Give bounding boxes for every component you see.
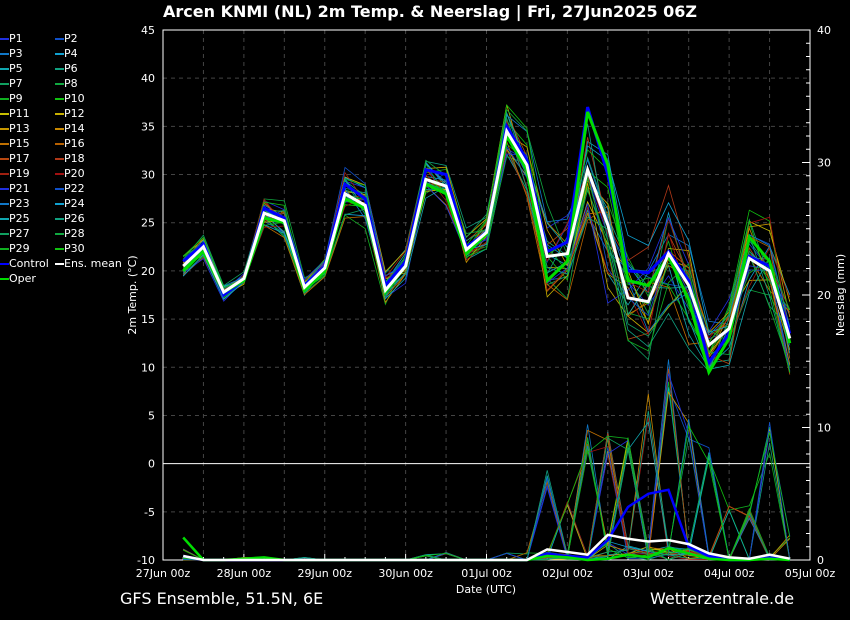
y-tick-label: 35 — [141, 120, 155, 133]
y2-tick-label: 20 — [817, 289, 831, 302]
chart-svg: 45 40 35 30 25 20 15 10 5 0 -5 -10 40 30 20 10 0 27Jun 00… — [126, 24, 847, 596]
y-tick-label: 40 — [141, 72, 155, 85]
y-tick-label: 15 — [141, 313, 155, 326]
y2-tick-label: 30 — [817, 157, 831, 170]
y2-tick-label: 40 — [817, 24, 831, 37]
x-tick-label: 01Jul 00z — [461, 567, 512, 580]
x-tick-label: 28Jun 00z — [217, 567, 272, 580]
y-tick-label: 10 — [141, 361, 155, 374]
y-tick-label: 5 — [148, 409, 155, 422]
y-tick-label: -5 — [144, 506, 155, 519]
y2-axis-label: Neerslag (mm) — [834, 254, 847, 336]
x-tick-label: 03Jul 00z — [623, 567, 674, 580]
y-tick-label: 30 — [141, 169, 155, 182]
y-axis-label: 2m Temp. (°C) — [126, 255, 139, 334]
x-tick-label: 30Jun 00z — [378, 567, 433, 580]
model-info: GFS Ensemble, 51.5N, 6E — [120, 589, 324, 608]
y-tick-label: 20 — [141, 265, 155, 278]
y2-tick-label: 0 — [817, 554, 824, 567]
y-tick-label: -10 — [137, 554, 155, 567]
y-tick-label: 25 — [141, 217, 155, 230]
site-credit: Wetterzentrale.de — [650, 589, 795, 608]
y-tick-label: 45 — [141, 24, 155, 37]
x-tick-label: 29Jun 00z — [298, 567, 353, 580]
y2-tick-label: 10 — [817, 422, 831, 435]
x-axis-label: Date (UTC) — [456, 583, 516, 596]
x-tick-label: 04Jul 00z — [704, 567, 755, 580]
x-tick-label: 05Jul 00z — [785, 567, 836, 580]
x-tick-label: 27Jun 00z — [136, 567, 191, 580]
x-tick-label: 02Jul 00z — [542, 567, 593, 580]
y-tick-label: 0 — [148, 458, 155, 471]
